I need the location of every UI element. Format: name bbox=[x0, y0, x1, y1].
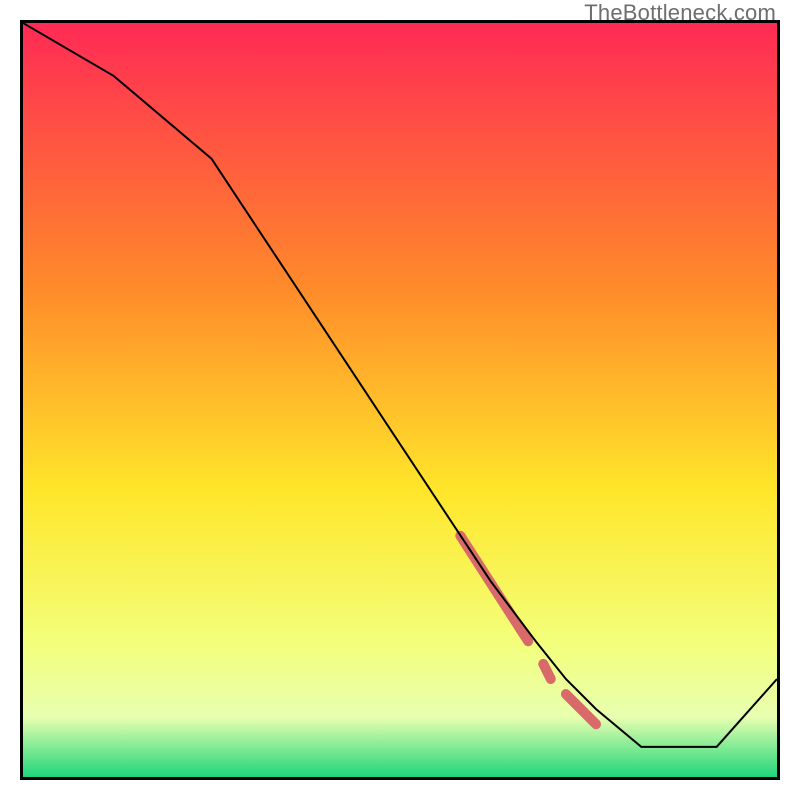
bottleneck-curve bbox=[23, 23, 777, 747]
curve-layer bbox=[23, 23, 777, 777]
highlight-segment bbox=[543, 664, 551, 679]
highlight-segment bbox=[566, 694, 596, 724]
plot-area bbox=[20, 20, 780, 780]
chart-container: TheBottleneck.com bbox=[0, 0, 800, 800]
